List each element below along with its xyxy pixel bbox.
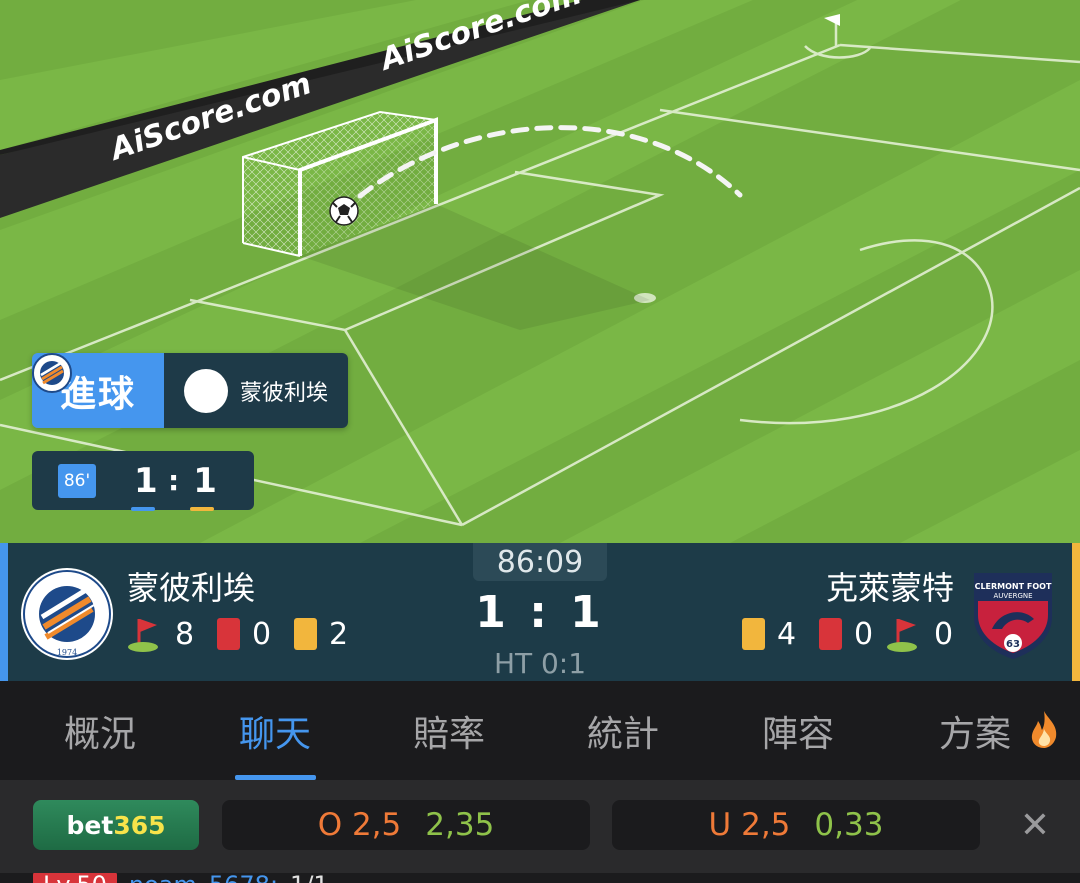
live-score-badge: 86' 1 : 1: [32, 451, 254, 511]
corner-flag-icon: [128, 619, 158, 652]
match-screen: AiScore.com AiScore.com 進球 蒙彼利埃 86' 1: …: [0, 0, 1080, 883]
home-color-strip: [0, 543, 8, 681]
chat-message: Lv.50 noam_5678: 1/1: [33, 873, 329, 883]
away-yellow-cards: 4: [777, 616, 797, 652]
red-card-icon: [819, 618, 842, 650]
under-value: 0,33: [814, 807, 884, 843]
under-odds[interactable]: U 2,5 0,33: [612, 800, 980, 850]
corner-flag-icon: [887, 619, 917, 652]
match-tabs: 概況 聊天 賠率 統計 陣容 方案: [0, 681, 1080, 780]
yellow-card-icon: [294, 618, 317, 650]
odds-bar: bet 365 O 2,5 2,35 U 2,5 0,33 ✕: [0, 780, 1080, 873]
live-animation: AiScore.com AiScore.com 進球 蒙彼利埃 86' 1: …: [0, 0, 1080, 543]
clermont-crest-icon: CLERMONT FOOT AUVERGNE 63: [974, 573, 1052, 659]
bet365-logo-part1: bet: [66, 810, 114, 840]
away-mini-score-value: 1: [193, 460, 217, 501]
match-clock: 86:09: [473, 543, 607, 581]
goal-event-badge: 進球 蒙彼利埃: [32, 353, 348, 428]
away-color-strip: [1072, 543, 1080, 681]
chat-username[interactable]: noam_5678:: [129, 873, 278, 883]
tab-lineup[interactable]: 陣容: [743, 681, 853, 780]
scoreboard: 1974 蒙彼利埃 8 0 2 86:09 1 : 1 HT 0:1 克萊蒙特 …: [0, 543, 1080, 681]
home-stats: 8 0 2: [127, 615, 349, 653]
ball-icon: [329, 196, 359, 226]
home-yellow-cards: 2: [329, 616, 349, 652]
tab-overview[interactable]: 概況: [45, 681, 155, 780]
tab-chat[interactable]: 聊天: [220, 681, 330, 780]
mini-score-separator: :: [168, 464, 180, 497]
tab-stats[interactable]: 統計: [568, 681, 678, 780]
chat-list: Lv.50 noam_5678: 1/1: [0, 873, 1080, 883]
montpellier-crest-icon: [32, 353, 228, 413]
svg-text:1974: 1974: [57, 648, 77, 657]
over-value: 2,35: [425, 807, 495, 843]
over-line: O 2,5: [317, 807, 402, 843]
home-corners: 8: [175, 616, 195, 652]
away-stats: 4 0 0: [742, 615, 954, 653]
bet365-logo-part2: 365: [113, 810, 166, 840]
montpellier-crest-icon: 1974: [21, 568, 113, 660]
away-color-bar: [190, 506, 215, 511]
red-card-icon: [217, 618, 240, 650]
halftime-score: HT 0:1: [493, 647, 587, 680]
over-odds[interactable]: O 2,5 2,35: [222, 800, 590, 850]
home-color-bar: [131, 506, 155, 511]
tab-tips-label: 方案: [938, 713, 1011, 755]
svg-text:63: 63: [1006, 639, 1020, 650]
bet365-logo[interactable]: bet 365: [33, 800, 199, 850]
fire-icon: [1031, 711, 1057, 748]
away-team-name[interactable]: 克萊蒙特: [826, 563, 954, 609]
away-team-crest[interactable]: CLERMONT FOOT AUVERGNE 63: [970, 567, 1064, 661]
yellow-card-icon: [742, 618, 765, 650]
tab-odds[interactable]: 賠率: [394, 681, 504, 780]
close-icon[interactable]: ✕: [1015, 805, 1055, 846]
goal-team: 蒙彼利埃: [32, 353, 348, 428]
user-level-badge: Lv.50: [33, 873, 117, 883]
tab-tips[interactable]: 方案: [920, 681, 1030, 780]
main-score: 1 : 1: [475, 587, 605, 638]
goal-team-name: 蒙彼利埃: [240, 380, 329, 406]
away-corners: 0: [934, 616, 954, 652]
svg-text:AUVERGNE: AUVERGNE: [993, 592, 1032, 600]
away-mini-score: 1: [190, 461, 217, 511]
away-red-cards: 0: [854, 616, 874, 652]
chat-text: 1/1: [290, 873, 329, 883]
home-team-name[interactable]: 蒙彼利埃: [127, 563, 255, 609]
svg-text:CLERMONT FOOT: CLERMONT FOOT: [975, 582, 1052, 591]
home-team-crest[interactable]: 1974: [20, 567, 114, 661]
under-line: U 2,5: [708, 807, 791, 843]
home-mini-score-value: 1: [134, 460, 158, 501]
match-minute: 86': [58, 463, 96, 498]
home-mini-score: 1: [131, 461, 158, 511]
home-red-cards: 0: [252, 616, 272, 652]
